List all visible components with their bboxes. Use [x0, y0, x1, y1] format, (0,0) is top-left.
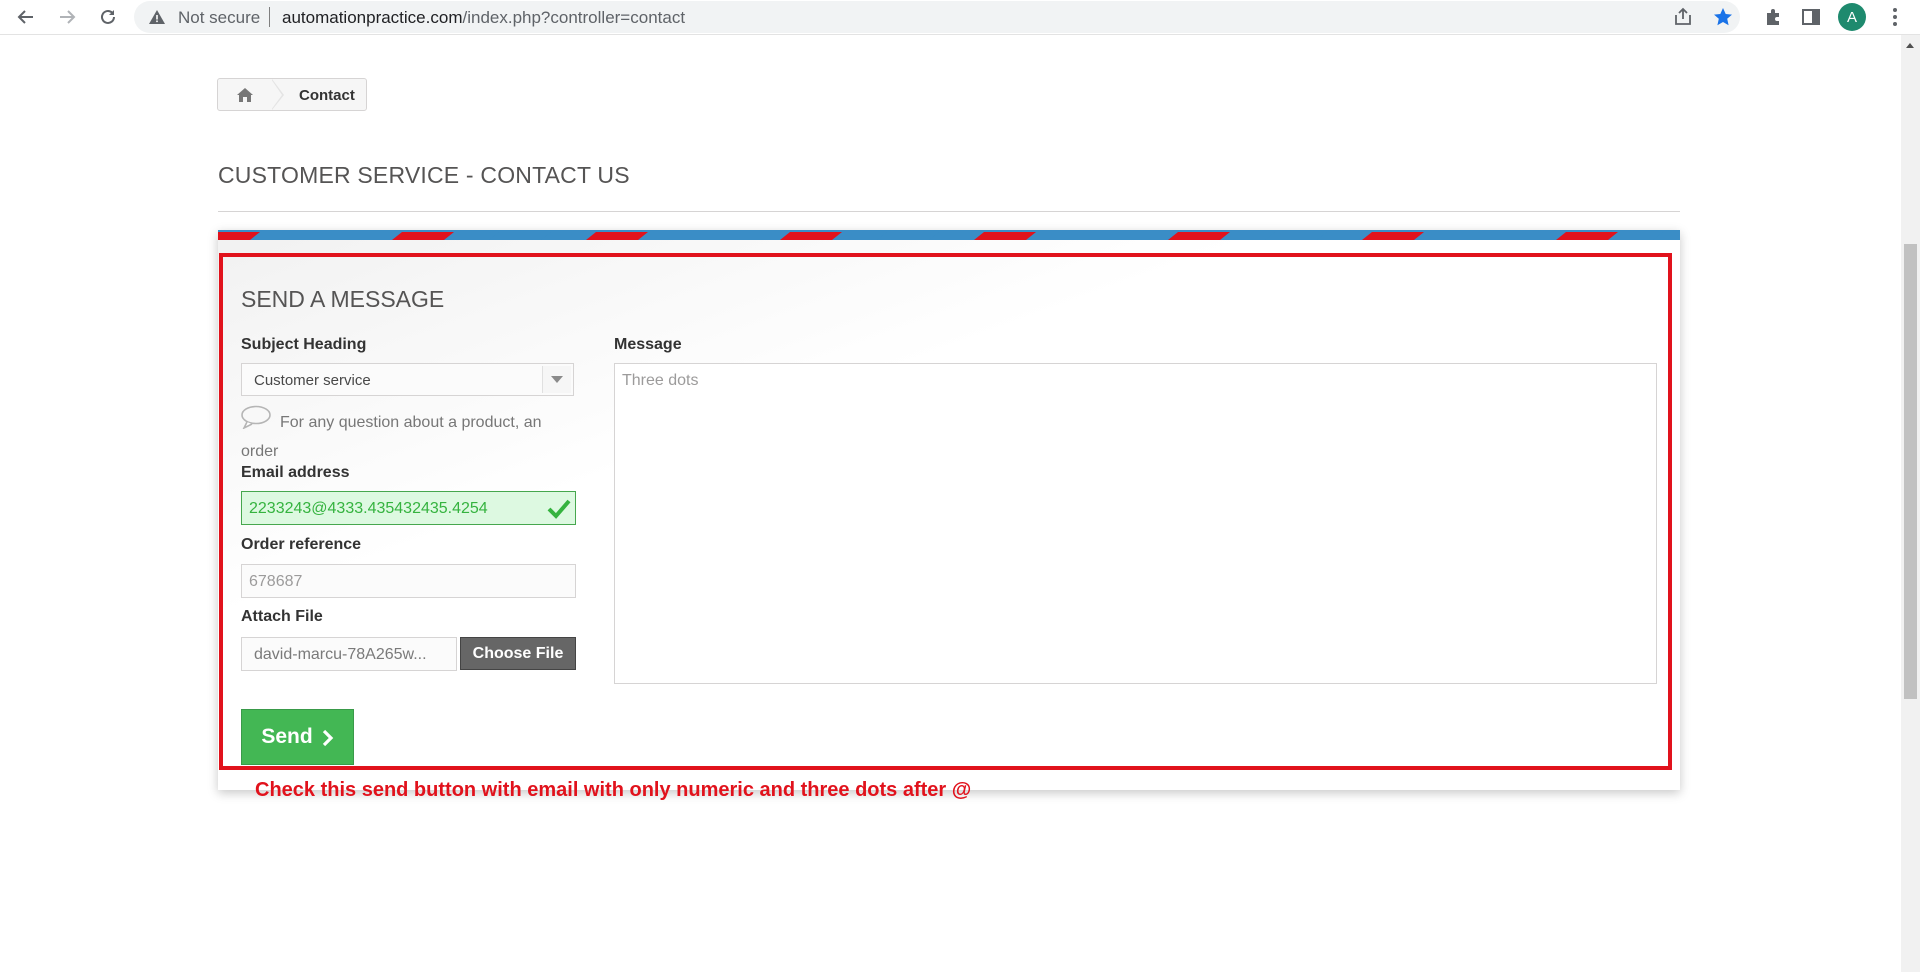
subject-heading-value: Customer service — [254, 372, 371, 389]
attach-file-label: Attach File — [241, 608, 323, 625]
scroll-thumb[interactable] — [1904, 244, 1917, 699]
subject-heading-select[interactable]: Customer service — [241, 363, 574, 396]
email-label: Email address — [241, 464, 350, 481]
message-textarea[interactable]: Three dots — [614, 363, 1657, 684]
message-label: Message — [614, 336, 682, 353]
back-button[interactable] — [12, 3, 40, 31]
url-domain: automationpractice.com — [282, 8, 463, 27]
stripe-segment — [1459, 232, 1521, 240]
attached-file-name-text: david-marcu-78A265w... — [254, 646, 427, 663]
stripe-segment — [780, 232, 842, 240]
menu-dot-icon — [1893, 8, 1897, 12]
address-divider — [269, 7, 270, 27]
stripe-segment — [218, 232, 260, 240]
message-value: Three dots — [622, 372, 699, 389]
home-icon — [237, 87, 253, 102]
order-reference-value: 678687 — [249, 573, 303, 590]
security-label[interactable]: Not secure — [178, 8, 260, 28]
stripe-segment — [1168, 232, 1230, 240]
stripe-segment — [392, 232, 454, 240]
chevron-down-icon — [551, 376, 563, 383]
address-bar[interactable]: Not secure automationpractice.com/index.… — [134, 1, 1740, 33]
stripe-segment — [1071, 232, 1133, 240]
stripe-segment — [489, 232, 551, 240]
heading-divider — [218, 211, 1680, 212]
stripe-segment — [1265, 232, 1327, 240]
order-reference-field[interactable]: 678687 — [241, 564, 576, 598]
url-path: /index.php?controller=contact — [462, 8, 686, 27]
page-title: CUSTOMER SERVICE - CONTACT US — [218, 162, 630, 188]
stripe-segment — [295, 232, 357, 240]
chevron-right-icon — [322, 729, 333, 746]
choose-file-button[interactable]: Choose File — [460, 637, 576, 670]
puzzle-icon — [1767, 9, 1779, 25]
subject-heading-label: Subject Heading — [241, 336, 367, 353]
attached-file-name[interactable]: david-marcu-78A265w... — [241, 637, 457, 671]
breadcrumb-separator-inner — [271, 79, 282, 110]
share-icon[interactable] — [1672, 6, 1694, 28]
subject-hint-text: For any question about a product, an ord… — [241, 414, 542, 460]
breadcrumb: Contact — [217, 78, 367, 111]
stripe-segment — [1653, 232, 1680, 240]
page-scrollbar[interactable] — [1901, 35, 1920, 972]
reload-button[interactable] — [94, 3, 122, 31]
extensions-button[interactable] — [1762, 5, 1786, 29]
side-panel-button[interactable] — [1799, 5, 1823, 29]
valid-check-icon — [547, 499, 571, 519]
airmail-stripes — [218, 230, 1680, 240]
side-panel-icon — [1802, 9, 1820, 25]
stripe-segment — [877, 232, 939, 240]
stripe-segment — [1556, 232, 1618, 240]
breadcrumb-home-link[interactable] — [218, 79, 272, 110]
warning-icon — [149, 10, 165, 24]
select-arrow[interactable] — [542, 366, 571, 393]
form-title: SEND A MESSAGE — [241, 286, 445, 312]
forward-arrow-icon — [60, 10, 76, 24]
scroll-up-arrow-icon[interactable] — [1906, 43, 1914, 48]
profile-avatar[interactable]: A — [1838, 3, 1866, 31]
stripe-segment — [683, 232, 745, 240]
send-button[interactable]: Send — [241, 709, 354, 765]
bookmark-star-icon[interactable] — [1712, 6, 1734, 28]
email-value: 2233243@4333.435432435.4254 — [249, 500, 488, 517]
browser-menu-button[interactable] — [1886, 5, 1904, 29]
stripe-segment — [586, 232, 648, 240]
order-reference-label: Order reference — [241, 536, 362, 553]
menu-dot-icon — [1893, 15, 1897, 19]
stripe-segment — [1362, 232, 1424, 240]
stripe-segment — [974, 232, 1036, 240]
reload-icon — [101, 9, 115, 24]
browser-toolbar: Not secure automationpractice.com/index.… — [0, 0, 1920, 35]
send-button-label: Send — [261, 725, 313, 748]
url-text[interactable]: automationpractice.com/index.php?control… — [282, 8, 685, 28]
breadcrumb-current: Contact — [299, 87, 355, 104]
annotation-note: Check this send button with email with o… — [255, 779, 972, 801]
email-field[interactable]: 2233243@4333.435432435.4254 — [241, 491, 576, 525]
back-arrow-icon — [17, 10, 33, 24]
menu-dot-icon — [1893, 22, 1897, 26]
forward-button[interactable] — [53, 3, 81, 31]
